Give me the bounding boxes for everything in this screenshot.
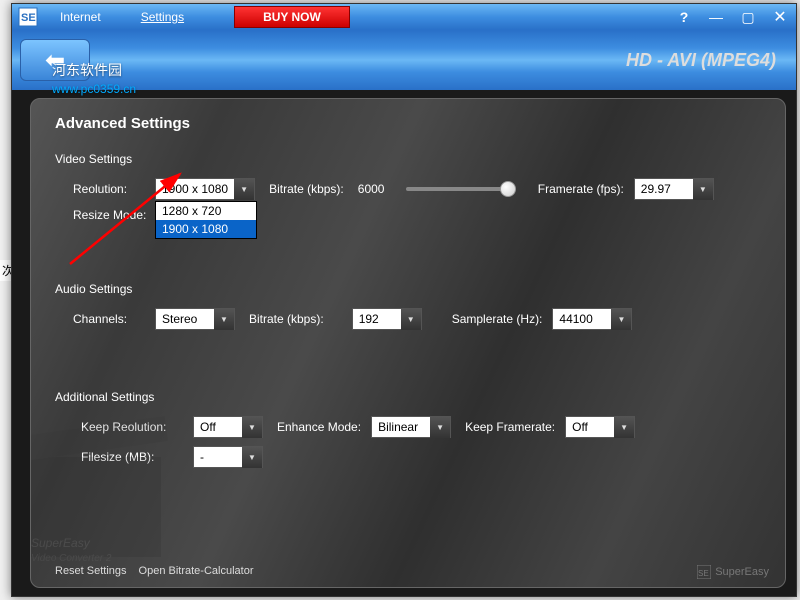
audio-settings-section: Audio Settings Channels: Stereo ▼ Bitrat… — [55, 282, 761, 330]
resolution-option-720[interactable]: 1280 x 720 — [156, 202, 256, 220]
svg-text:SE: SE — [698, 569, 709, 578]
menu-internet[interactable]: Internet — [40, 10, 121, 24]
video-bitrate-value: 6000 — [354, 182, 398, 196]
audio-bitrate-label: Bitrate (kbps): — [249, 312, 324, 326]
watermark: 河东软件园 www.pc0359.cn — [52, 60, 136, 96]
minimize-button[interactable]: ― — [700, 4, 732, 30]
chevron-down-icon: ▼ — [693, 178, 713, 200]
buy-now-button[interactable]: BUY NOW — [234, 6, 350, 28]
chevron-down-icon: ▼ — [242, 416, 262, 438]
audio-group-title: Audio Settings — [55, 282, 761, 296]
panel-title: Advanced Settings — [55, 115, 761, 132]
resolution-combo[interactable]: 1900 x 1080 ▼ 1280 x 720 1900 x 1080 — [155, 178, 255, 200]
bitrate-slider[interactable] — [406, 187, 516, 191]
resolution-option-1080[interactable]: 1900 x 1080 — [156, 220, 256, 238]
footer-links: Reset Settings Open Bitrate-Calculator — [55, 565, 254, 577]
framerate-label: Framerate (fps): — [538, 182, 624, 196]
chevron-down-icon: ▼ — [242, 446, 262, 468]
additional-group-title: Additional Settings — [55, 390, 761, 404]
channels-label: Channels: — [55, 312, 155, 326]
titlebar: SE Internet Settings BUY NOW ? ― ▢ ✕ — [12, 4, 796, 30]
keep-res-combo[interactable]: Off ▼ — [193, 416, 263, 438]
keep-fr-combo[interactable]: Off ▼ — [565, 416, 635, 438]
keep-fr-label: Keep Framerate: — [465, 420, 555, 434]
enhance-combo[interactable]: Bilinear ▼ — [371, 416, 451, 438]
svg-text:SuperEasy: SuperEasy — [31, 536, 91, 550]
close-button[interactable]: ✕ — [764, 4, 796, 30]
slider-thumb[interactable] — [500, 181, 516, 197]
resolution-label: Reolution: — [55, 182, 155, 196]
channels-combo[interactable]: Stereo ▼ — [155, 308, 235, 330]
bitrate-calc-link[interactable]: Open Bitrate-Calculator — [139, 565, 254, 577]
filesize-combo[interactable]: - ▼ — [193, 446, 263, 468]
chevron-down-icon: ▼ — [214, 308, 234, 330]
keep-res-label: Keep Reolution: — [55, 420, 193, 434]
enhance-label: Enhance Mode: — [277, 420, 361, 434]
reset-settings-link[interactable]: Reset Settings — [55, 565, 127, 577]
chevron-down-icon: ▼ — [401, 308, 421, 330]
app-window: SE Internet Settings BUY NOW ? ― ▢ ✕ ⬅ 河… — [11, 3, 797, 597]
resolution-dropdown: 1280 x 720 1900 x 1080 — [155, 201, 257, 239]
samplerate-combo[interactable]: 44100 ▼ — [552, 308, 632, 330]
svg-text:Video Converter 2: Video Converter 2 — [31, 553, 112, 564]
menu-settings[interactable]: Settings — [121, 10, 204, 24]
additional-settings-section: Additional Settings Keep Reolution: Off … — [55, 390, 761, 468]
settings-panel: SuperEasy Video Converter 2 Advanced Set… — [30, 98, 786, 588]
header: ⬅ 河东软件园 www.pc0359.cn HD - AVI (MPEG4) — [12, 30, 796, 90]
chevron-down-icon: ▼ — [430, 416, 450, 438]
audio-bitrate-combo[interactable]: 192 ▼ — [352, 308, 422, 330]
chevron-down-icon: ▼ — [611, 308, 631, 330]
format-title: HD - AVI (MPEG4) — [626, 50, 776, 71]
help-button[interactable]: ? — [668, 4, 700, 30]
brand-label: SE SuperEasy — [697, 565, 769, 579]
maximize-button[interactable]: ▢ — [732, 4, 764, 30]
svg-text:SE: SE — [21, 12, 36, 24]
chevron-down-icon: ▼ — [234, 178, 254, 200]
framerate-combo[interactable]: 29.97 ▼ — [634, 178, 714, 200]
video-group-title: Video Settings — [55, 152, 761, 166]
video-settings-section: Video Settings Reolution: 1900 x 1080 ▼ … — [55, 152, 761, 222]
video-bitrate-label: Bitrate (kbps): — [269, 182, 344, 196]
chevron-down-icon: ▼ — [614, 416, 634, 438]
resize-mode-label: Resize Mode: — [55, 208, 155, 222]
app-logo: SE — [16, 5, 40, 29]
filesize-label: Filesize (MB): — [55, 450, 193, 464]
samplerate-label: Samplerate (Hz): — [452, 312, 543, 326]
